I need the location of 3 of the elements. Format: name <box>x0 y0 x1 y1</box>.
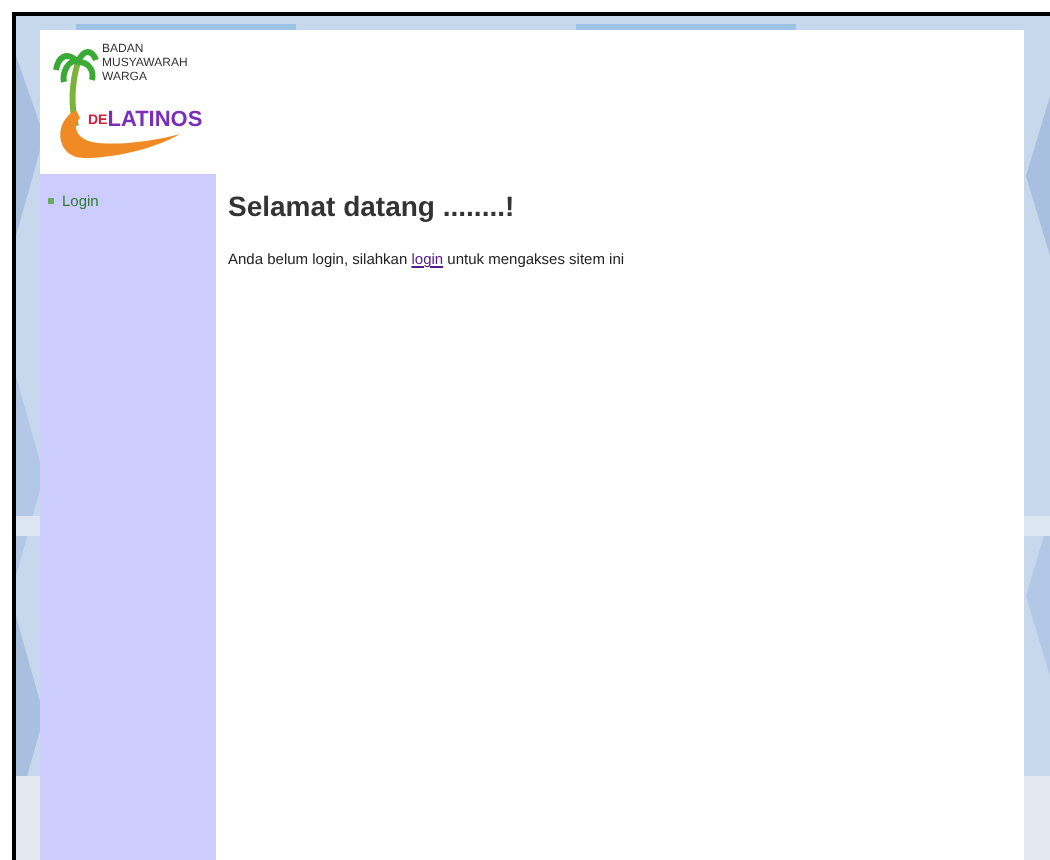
heading: Selamat datang ........! <box>228 188 517 226</box>
bullet-icon <box>48 198 54 205</box>
logo-text: LATINOS <box>107 110 203 132</box>
